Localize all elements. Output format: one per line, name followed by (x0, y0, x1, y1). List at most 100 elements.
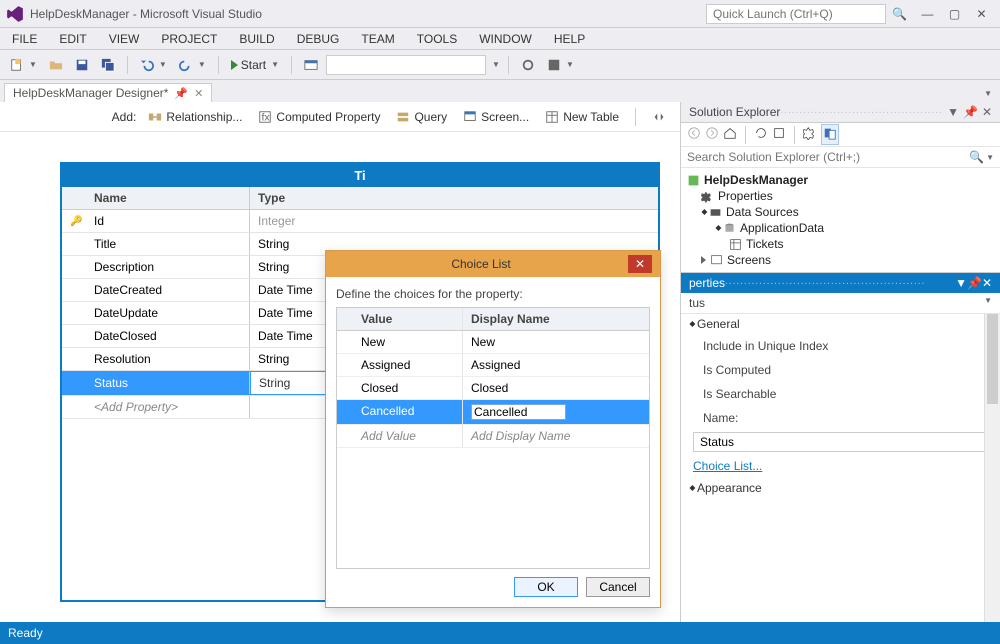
dialog-titlebar[interactable]: Choice List ✕ (326, 251, 660, 277)
add-computed-property-button[interactable]: fxComputed Property (254, 108, 384, 126)
expander-icon[interactable] (702, 209, 708, 215)
maximize-button[interactable]: ▢ (942, 4, 967, 24)
expander-icon[interactable] (690, 321, 696, 327)
refresh-icon[interactable] (754, 126, 768, 143)
menu-window[interactable]: WINDOW (473, 30, 538, 48)
new-item-button[interactable]: ▼ (6, 56, 41, 74)
quick-launch-input[interactable] (706, 4, 886, 24)
expander-icon[interactable] (716, 225, 722, 231)
menu-bar: FILE EDIT VIEW PROJECT BUILD DEBUG TEAM … (0, 28, 1000, 50)
minimize-button[interactable]: ― (915, 4, 940, 24)
start-debug-button[interactable]: Start▼ (227, 56, 283, 74)
entity-title: Ti (62, 164, 658, 187)
pin-icon[interactable]: 📌 (967, 276, 982, 290)
refresh-button[interactable] (517, 56, 539, 74)
main-toolbar: ▼ ▼ ▼ Start▼ ▼ ▼ (0, 50, 1000, 80)
home-icon[interactable] (723, 126, 737, 143)
choice-row[interactable]: AssignedAssigned (337, 354, 649, 377)
menu-help[interactable]: HELP (548, 30, 591, 48)
menu-file[interactable]: FILE (6, 30, 43, 48)
forward-icon[interactable] (705, 126, 719, 143)
menu-build[interactable]: BUILD (233, 30, 280, 48)
tree-applicationdata[interactable]: ApplicationData (687, 220, 994, 236)
svg-text:fx: fx (262, 111, 271, 123)
open-button[interactable] (45, 56, 67, 74)
window-titlebar: HelpDeskManager - Microsoft Visual Studi… (0, 0, 1000, 28)
collapse-icon[interactable] (772, 126, 786, 143)
choice-row[interactable]: NewNew (337, 331, 649, 354)
solution-tree: HelpDeskManager Properties Data Sources … (681, 168, 1000, 272)
search-icon[interactable]: 🔍 (892, 7, 907, 21)
save-all-button[interactable] (97, 56, 119, 74)
add-screen-button[interactable]: Screen... (459, 108, 533, 126)
choice-list-link[interactable]: Choice List... (693, 459, 762, 473)
add-choice-row[interactable]: Add ValueAdd Display Name (337, 425, 649, 448)
choice-list-dialog: Choice List ✕ Define the choices for the… (325, 250, 661, 608)
add-table-button[interactable]: New Table (541, 108, 623, 126)
close-icon[interactable]: ✕ (982, 105, 992, 119)
choice-row[interactable]: Cancelled (337, 400, 649, 425)
tree-datasources[interactable]: Data Sources (687, 204, 994, 220)
menu-team[interactable]: TEAM (355, 30, 400, 48)
category-general[interactable]: General (681, 314, 1000, 334)
close-icon[interactable]: ✕ (194, 87, 203, 100)
menu-debug[interactable]: DEBUG (291, 30, 346, 48)
prop-is-searchable[interactable]: Is Searchable (681, 382, 1000, 406)
scrollbar[interactable] (984, 314, 1000, 622)
tree-root[interactable]: HelpDeskManager (687, 172, 994, 188)
pin-icon[interactable]: 📌 (174, 87, 188, 100)
preview-icon[interactable] (821, 124, 839, 145)
close-icon[interactable]: ✕ (982, 276, 992, 290)
close-button[interactable]: ✕ (969, 4, 994, 24)
write-code-button[interactable] (648, 108, 670, 126)
pin-icon[interactable]: 📌 (963, 105, 978, 119)
redo-button[interactable]: ▼ (175, 56, 210, 74)
menu-tools[interactable]: TOOLS (411, 30, 463, 48)
add-query-button[interactable]: Query (392, 108, 451, 126)
tree-properties[interactable]: Properties (687, 188, 994, 204)
document-tab-strip: HelpDeskManager Designer* 📌 ✕ ▼ (0, 80, 1000, 102)
solution-search-input[interactable] (687, 150, 969, 164)
solution-explorer-search[interactable]: 🔍▼ (681, 147, 1000, 168)
search-icon[interactable]: 🔍 (969, 150, 984, 164)
browser-select-button[interactable] (300, 56, 322, 74)
dialog-close-button[interactable]: ✕ (628, 255, 652, 273)
layout-button[interactable]: ▼ (543, 56, 578, 74)
config-combo[interactable] (326, 55, 486, 75)
tab-overflow-button[interactable]: ▼ (980, 85, 996, 102)
menu-project[interactable]: PROJECT (155, 30, 223, 48)
document-tab-label: HelpDeskManager Designer* (13, 86, 168, 100)
menu-view[interactable]: VIEW (103, 30, 146, 48)
menu-edit[interactable]: EDIT (53, 30, 92, 48)
prop-is-computed[interactable]: Is Computed (681, 358, 1000, 382)
dropdown-icon[interactable]: ▼ (955, 276, 967, 290)
save-button[interactable] (71, 56, 93, 74)
ok-button[interactable]: OK (514, 577, 578, 597)
key-icon: 🔑 (62, 212, 86, 231)
category-appearance[interactable]: Appearance (681, 478, 1000, 498)
visual-studio-icon (6, 5, 24, 23)
combo-arrow-icon[interactable]: ▼ (492, 60, 500, 69)
col-header-name: Name (86, 187, 250, 209)
back-icon[interactable] (687, 126, 701, 143)
choice-row[interactable]: ClosedClosed (337, 377, 649, 400)
properties-icon[interactable] (803, 126, 817, 143)
prop-name-input[interactable]: Status (693, 432, 988, 452)
undo-button[interactable]: ▼ (136, 56, 171, 74)
display-name-input[interactable] (471, 404, 566, 420)
add-relationship-button[interactable]: Relationship... (144, 108, 246, 126)
document-tab[interactable]: HelpDeskManager Designer* 📌 ✕ (4, 83, 212, 102)
prop-unique-index[interactable]: Include in Unique Index (681, 334, 1000, 358)
cancel-button[interactable]: Cancel (586, 577, 650, 597)
status-text: Ready (8, 626, 43, 640)
designer-area: Add: Relationship... fxComputed Property… (0, 102, 680, 622)
tree-tickets[interactable]: Tickets (687, 236, 994, 252)
scrollbar-thumb[interactable] (987, 314, 998, 404)
dropdown-icon[interactable]: ▼ (947, 105, 959, 119)
tree-screens[interactable]: Screens (687, 252, 994, 268)
table-row[interactable]: 🔑IdInteger (62, 210, 658, 233)
properties-object-selector[interactable]: tus▼ (681, 293, 1000, 314)
dialog-title: Choice List (334, 257, 628, 271)
expander-icon[interactable] (690, 485, 696, 491)
expander-icon[interactable] (701, 256, 706, 264)
